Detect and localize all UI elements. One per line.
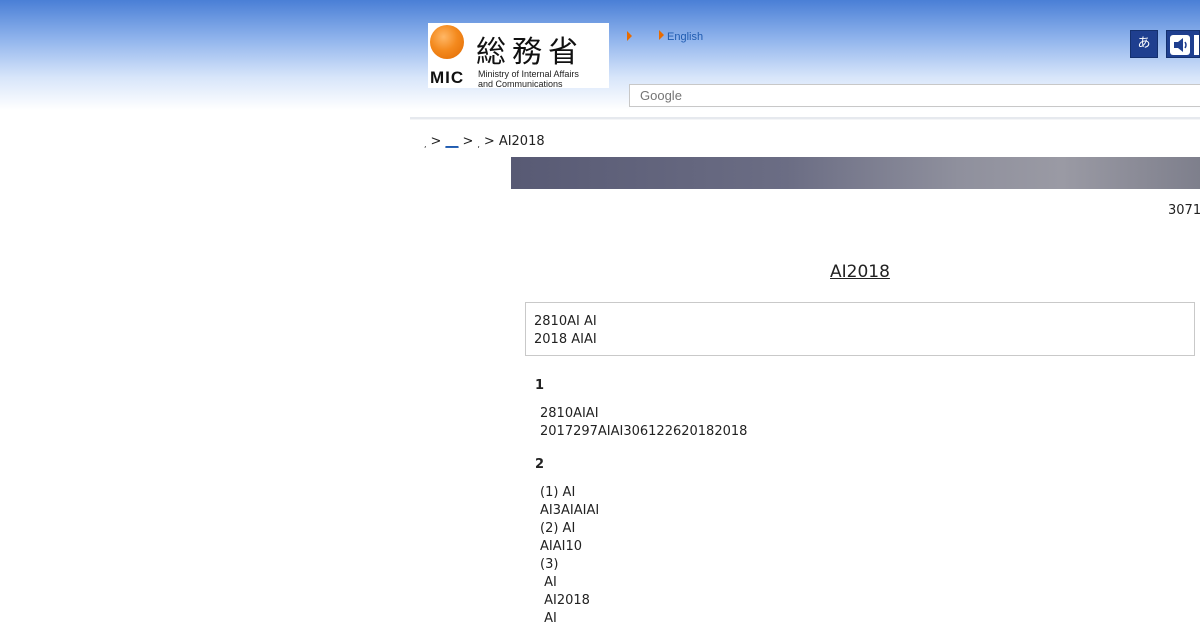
furigana-button[interactable]: あ xyxy=(1130,30,1158,58)
logo-kanji: 総務省 xyxy=(476,35,584,70)
body-line: AI xyxy=(540,575,557,590)
read-aloud-button[interactable] xyxy=(1166,30,1200,58)
breadcrumb: , > __ >, > AI2018 xyxy=(424,134,545,149)
summary-line: 2810AI AI xyxy=(534,314,597,329)
logo-subtitle: Ministry of Internal Affairs and Communi… xyxy=(478,69,579,89)
arrow-right-icon xyxy=(659,30,664,40)
body-line: AI3AIAIAI xyxy=(540,503,600,518)
speaker-icon xyxy=(1170,35,1199,55)
body-line: AI xyxy=(540,611,557,626)
body-line: AI2018 xyxy=(540,593,590,608)
search-input[interactable] xyxy=(630,85,1200,106)
body-line: (3) xyxy=(540,557,559,572)
furigana-icon: あ xyxy=(1137,36,1151,51)
publish-date: 3071 xyxy=(1168,203,1200,218)
breadcrumb-home-link[interactable]: , xyxy=(424,140,427,149)
section-body: (1) AI AI3AIAIAI (2) AI AIAI10 (3) AI AI2018… xyxy=(540,484,599,628)
logo-sun-icon xyxy=(430,25,464,59)
logo-abbr: MIC xyxy=(430,68,465,87)
section-body: 2810AIAI 2017297AIAI306122620182018 xyxy=(540,405,747,441)
english-link[interactable]: English xyxy=(659,30,703,43)
body-line: 2017297AIAI306122620182018 xyxy=(540,424,748,439)
search-field[interactable] xyxy=(629,84,1200,107)
mic-logo[interactable]: 総務省 MIC Ministry of Internal Affairs and… xyxy=(428,23,609,89)
body-line: 2810AIAI xyxy=(540,406,599,421)
logo-subtitle-line2: and Communications xyxy=(478,79,563,89)
breadcrumb-separator: > xyxy=(462,134,474,149)
breadcrumb-separator: > xyxy=(430,134,442,149)
section-banner xyxy=(511,157,1200,189)
section-heading: 1 xyxy=(535,378,545,393)
summary-line: 2018 AIAI xyxy=(534,332,597,347)
header-divider xyxy=(410,117,1200,120)
breadcrumb-mid-link[interactable]: , xyxy=(477,140,480,149)
summary-box: 2810AI AI 2018 AIAI xyxy=(525,302,1195,356)
body-line: AIAI10 xyxy=(540,539,582,554)
breadcrumb-separator: > xyxy=(483,134,495,149)
section-heading: 2 xyxy=(535,457,545,472)
page-title: AI2018 xyxy=(830,262,890,282)
english-link-label: English xyxy=(667,31,704,43)
logo-subtitle-line1: Ministry of Internal Affairs xyxy=(478,69,579,79)
body-line: (2) AI xyxy=(540,521,576,536)
body-line: (1) AI xyxy=(540,485,576,500)
breadcrumb-link[interactable]: __ xyxy=(445,134,458,149)
header-link-arrow-icon[interactable] xyxy=(627,31,632,41)
breadcrumb-current: AI2018 xyxy=(498,134,545,149)
